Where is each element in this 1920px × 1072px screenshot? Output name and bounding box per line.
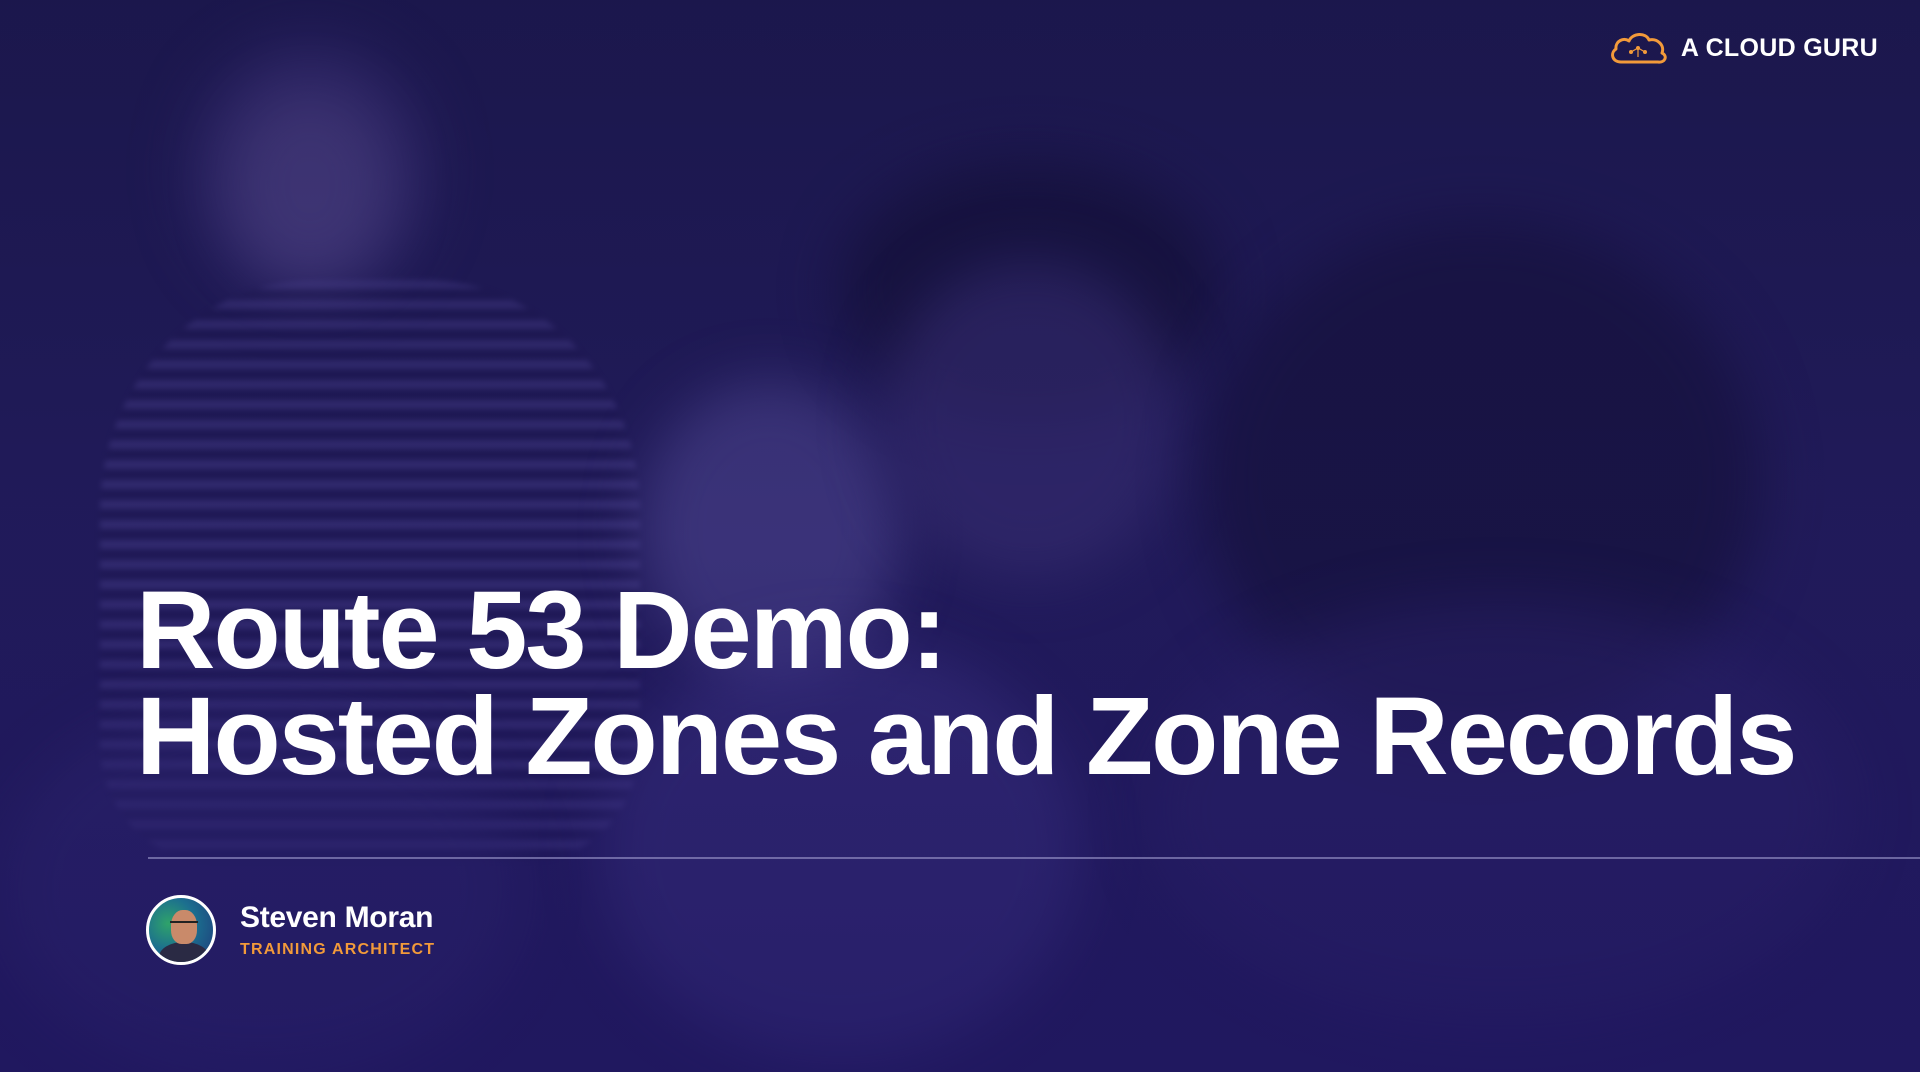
presenter-role: TRAINING ARCHITECT xyxy=(240,941,436,958)
slide-title-line-1: Route 53 Demo: xyxy=(136,569,947,692)
title-slide: A CLOUD GURU Route 53 Demo: Hosted Zones… xyxy=(0,0,1920,1072)
brand-logo: A CLOUD GURU xyxy=(1607,28,1878,68)
presenter-card: Steven Moran TRAINING ARCHITECT xyxy=(146,895,435,965)
presenter-name: Steven Moran xyxy=(240,901,434,934)
brand-name: A CLOUD GURU xyxy=(1680,33,1878,62)
divider xyxy=(148,857,1920,859)
presenter-avatar xyxy=(146,895,216,965)
slide-title: Route 53 Demo: Hosted Zones and Zone Rec… xyxy=(136,569,1797,798)
cloud-logo-icon xyxy=(1610,33,1667,64)
slide-title-line-2: Hosted Zones and Zone Records xyxy=(136,675,1797,798)
